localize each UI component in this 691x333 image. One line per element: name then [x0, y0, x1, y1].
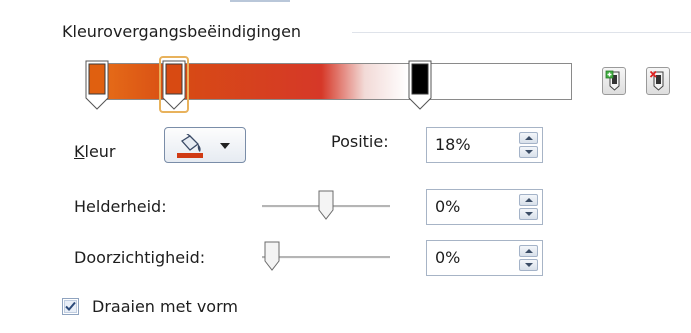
color-picker-button[interactable]: [164, 127, 246, 163]
chevron-down-icon: [220, 143, 230, 149]
arrow-down-icon: [524, 212, 533, 216]
rotate-with-shape-checkbox[interactable]: [62, 298, 79, 315]
arrow-down-icon: [524, 263, 533, 267]
top-divider: [230, 0, 290, 2]
position-increment-button[interactable]: [519, 132, 538, 144]
transparency-spinner[interactable]: 0%: [426, 240, 543, 276]
color-label: Kleur: [74, 142, 116, 161]
brightness-slider-thumb[interactable]: [317, 190, 335, 220]
brightness-increment-button[interactable]: [519, 194, 538, 206]
transparency-value[interactable]: 0%: [435, 248, 460, 267]
add-gradient-stop-icon: [605, 70, 620, 91]
transparency-slider-track[interactable]: [262, 256, 390, 259]
remove-stop-button[interactable]: [646, 67, 670, 95]
transparency-decrement-button[interactable]: [519, 259, 538, 271]
arrow-up-icon: [524, 136, 533, 140]
brightness-value[interactable]: 0%: [435, 197, 460, 216]
arrow-down-icon: [524, 150, 533, 154]
position-spinner[interactable]: 18%: [426, 127, 543, 163]
rotate-with-shape-label: Draaien met vorm: [92, 297, 238, 316]
transparency-slider-thumb[interactable]: [263, 241, 281, 271]
section-title: Kleurovergangsbeëindigingen: [62, 22, 302, 41]
brightness-spinner[interactable]: 0%: [426, 189, 543, 225]
gradient-stop-1[interactable]: [85, 60, 109, 110]
position-label: Positie:: [331, 132, 389, 151]
brightness-decrement-button[interactable]: [519, 208, 538, 220]
position-value[interactable]: 18%: [435, 135, 471, 154]
transparency-increment-button[interactable]: [519, 245, 538, 257]
brightness-label: Helderheid:: [74, 197, 167, 216]
arrow-up-icon: [524, 198, 533, 202]
gradient-stop-2[interactable]: [159, 56, 189, 113]
current-color-swatch: [177, 153, 203, 158]
position-decrement-button[interactable]: [519, 146, 538, 158]
transparency-label: Doorzichtigheid:: [74, 248, 206, 267]
section-divider: [352, 32, 691, 33]
remove-gradient-stop-icon: [649, 70, 664, 91]
arrow-up-icon: [524, 249, 533, 253]
add-stop-button[interactable]: [602, 67, 626, 95]
gradient-stop-3[interactable]: [408, 60, 432, 110]
